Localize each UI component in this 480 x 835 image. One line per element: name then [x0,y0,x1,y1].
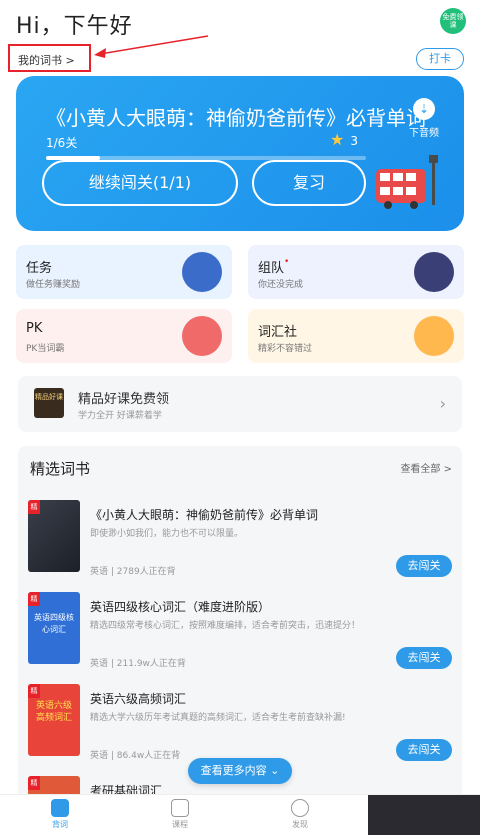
book-language: 英语 [90,567,109,577]
tab-discover[interactable]: 发现 [270,799,330,830]
featured-tag: 精 [28,500,40,514]
book-title: 英语六级高频词汇 [90,692,187,706]
book-cover: 精英语六级高频词汇 [28,684,80,756]
free-course-badge[interactable]: 免费领课 [440,8,466,34]
tab-label: 背词 [52,820,68,829]
pk-icon [182,316,222,356]
download-audio-button[interactable]: ⇣ 下音频 [400,98,448,139]
cover-text: 英语六级高频词汇 [35,701,72,723]
start-book-button[interactable]: 去闯关 [396,555,452,577]
pk-card[interactable]: PK PK当词霸 [16,309,232,363]
book-cover: 精 [28,500,80,572]
book-item[interactable]: 精 《小黄人大眼萌：神偷奶爸前传》必背单词 即使渺小如我们，能力也不可以限量。 … [18,500,462,592]
book-description: 即使渺小如我们，能力也不可以限量。 [90,529,244,539]
start-book-button[interactable]: 去闯关 [396,739,452,761]
cover-text: 英语四级核心词汇 [34,613,74,634]
chevron-right-icon: › [439,394,446,413]
star-icon: ★ [330,130,345,149]
discover-icon [291,799,309,817]
cloud-download-icon: ⇣ [413,98,435,120]
book-item[interactable]: 精英语四级核心词汇 英语四级核心词汇（难度进阶版） 精选四级常考核心词汇，按照难… [18,592,462,684]
task-card[interactable]: 任务 做任务赚奖励 [16,245,232,299]
book-title: 英语四级核心词汇（难度进阶版） [90,600,271,614]
vocab-club-card[interactable]: 词汇社 精彩不容错过 [248,309,464,363]
book-learners: 211.9w人正在背 [116,659,186,669]
section-title: 精选词书 [30,460,91,478]
featured-tag: 精 [28,776,40,790]
screen-corner-shade [368,795,480,835]
promo-title: 精品好课免费领 [78,392,170,407]
continue-level-button[interactable]: 继续闯关(1/1) [42,160,238,206]
card-title-wrap: 组队• [258,257,289,276]
featured-tag: 精 [28,684,40,698]
book-description: 精选大学六级历年考试真题的高频词汇，适合考生考前查缺补漏! [90,713,346,723]
view-all-link[interactable]: 查看全部 > [400,460,452,475]
checkin-button[interactable]: 打卡 [416,48,464,70]
book-meta: 英语 | 2789人正在背 [90,567,176,577]
tab-label: 发现 [292,820,308,829]
my-books-link[interactable]: 我的词书 > [8,44,91,72]
view-more-button[interactable]: 查看更多内容 ⌄ [188,758,292,784]
tab-vocab[interactable]: 背词 [30,799,90,830]
book-learners: 86.4w人正在背 [116,751,181,761]
start-book-button[interactable]: 去闯关 [396,647,452,669]
course-icon [171,799,189,817]
card-subtitle: PK当词霸 [26,344,65,354]
book-description: 精选四级常考核心词汇，按照难度编排，适合考前突击，迅速提分！ [90,621,361,631]
book-title: 《小黄人大眼萌：神偷奶爸前传》必背单词 [90,508,319,522]
book-meta: 英语 | 211.9w人正在背 [90,659,186,669]
download-label: 下音频 [409,128,439,139]
card-title: 任务 [26,261,53,276]
hero-star-count: 3 [350,134,358,148]
book-language: 英语 [90,751,109,761]
book-learners: 2789人正在背 [116,567,176,577]
featured-tag: 精 [28,592,40,606]
featured-books-section: 精选词书 查看全部 > 精 《小黄人大眼萌：神偷奶爸前传》必背单词 即使渺小如我… [18,446,462,806]
card-title: 组队 [258,261,285,276]
review-button[interactable]: 复习 [252,160,366,206]
promo-subtitle: 学力全开 好课薪着学 [78,411,162,421]
card-subtitle: 做任务赚奖励 [26,280,81,290]
annotation-arrow [94,35,209,58]
team-icon [414,252,454,292]
crown-icon [182,252,222,292]
notification-dot: • [284,257,290,267]
card-subtitle: 你还没完成 [258,280,304,290]
club-icon [414,316,454,356]
book-meta: 英语 | 86.4w人正在背 [90,751,181,761]
promo-thumbnail: 精品好课 [34,388,64,418]
card-title: 词汇社 [258,325,298,340]
tab-label: 课程 [172,820,188,829]
book-language: 英语 [90,659,109,669]
current-book-card[interactable]: 《小黄人大眼萌：神偷奶爸前传》必背单词 1/6关 ★ 3 ⇣ 下音频 继续闯关(1… [16,76,464,231]
hero-book-title: 《小黄人大眼萌：神偷奶爸前传》必背单词 [46,106,426,130]
hero-stars: ★ 3 [330,130,358,149]
book-cover: 精英语四级核心词汇 [28,592,80,664]
free-course-promo[interactable]: 精品好课 精品好课免费领 学力全开 好课薪着学 › [18,376,462,432]
bus-illustration [376,155,438,209]
card-title: PK [26,321,43,336]
card-subtitle: 精彩不容错过 [258,344,313,354]
team-card[interactable]: 组队• 你还没完成 [248,245,464,299]
hero-progress-text: 1/6关 [46,136,78,150]
tab-course[interactable]: 课程 [150,799,210,830]
vocab-icon [51,799,69,817]
